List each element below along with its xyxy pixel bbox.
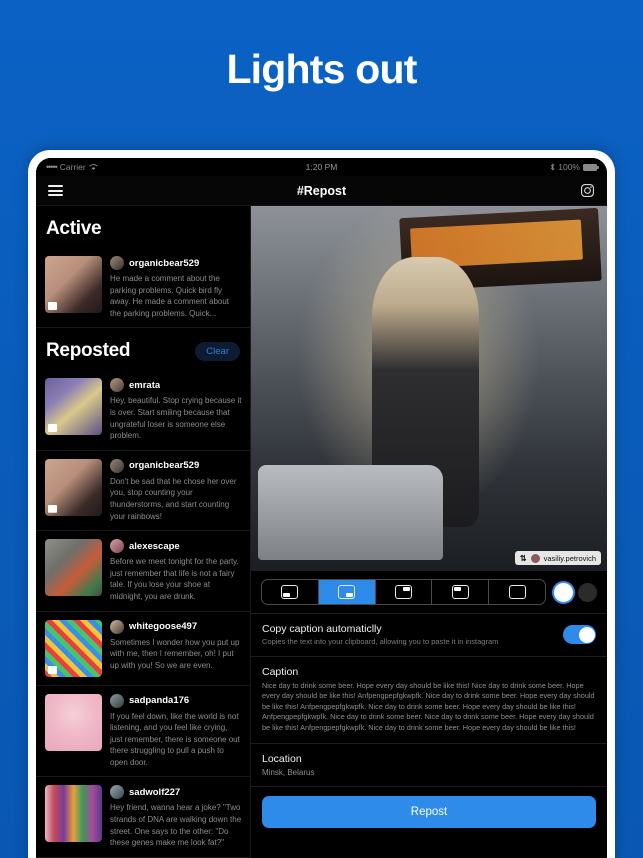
detail-panel: ⇅ vasiliy.petrovich Copy caption automat… <box>251 206 607 858</box>
location-label: Location <box>262 752 302 765</box>
list-item-text: Hey, beautiful. Stop crying because it i… <box>110 396 242 441</box>
hamburger-menu-icon[interactable] <box>48 183 63 199</box>
avatar <box>110 378 124 393</box>
post-thumbnail[interactable] <box>45 693 102 751</box>
copy-caption-toggle[interactable] <box>563 625 596 645</box>
watermark-position-top-right[interactable] <box>376 580 433 604</box>
watermark-avatar <box>530 553 540 563</box>
battery-percent: 100% <box>558 162 580 172</box>
list-item[interactable]: sadpanda176 If you feel down, like the w… <box>36 686 250 778</box>
avatar <box>110 693 124 708</box>
wifi-icon <box>89 163 98 170</box>
active-section-header: Active <box>36 206 250 248</box>
list-item-text: Don't be sad that he chose her over you,… <box>110 476 237 521</box>
watermark-position-bottom-right[interactable] <box>318 580 376 604</box>
media-type-icon <box>48 424 57 433</box>
list-item[interactable]: emrata Hey, beautiful. Stop crying becau… <box>36 370 250 451</box>
list-item-username: sadwolf227 <box>129 786 181 798</box>
list-item-username: emrata <box>129 379 161 391</box>
list-item[interactable]: sadwolf227 Hey friend, wanna hear a joke… <box>36 777 250 858</box>
caption-block[interactable]: Caption Nice day to drink some beer. Hop… <box>251 655 607 743</box>
media-type-icon <box>48 504 57 513</box>
list-item-username: alexescape <box>129 540 180 552</box>
copy-caption-subtitle: Copies the text into your clipboard, all… <box>262 637 499 646</box>
list-item-text: If you feel down, like the world is not … <box>110 711 240 767</box>
watermark-controls-row <box>251 571 607 613</box>
post-thumbnail[interactable] <box>45 458 102 516</box>
watermark-position-top-left[interactable] <box>432 580 490 604</box>
list-item-username: organicbear529 <box>129 460 200 472</box>
post-thumbnail[interactable] <box>45 256 102 313</box>
caption-text: Nice day to drink some beer. Hope every … <box>262 680 595 733</box>
post-thumbnail[interactable] <box>45 378 102 436</box>
list-item-username: organicbear529 <box>129 257 200 269</box>
list-item-text: He made a comment about the parking prob… <box>110 274 230 318</box>
active-title: Active <box>46 218 102 239</box>
app-content: Active organicbear529 He made a comment … <box>36 206 607 858</box>
status-time: 1:20 PM <box>305 162 338 172</box>
location-block[interactable]: Location Minsk, Belarus <box>251 742 607 786</box>
watermark-position-bottom-left-wide[interactable] <box>262 580 319 604</box>
battery-icon <box>583 163 599 171</box>
reposted-section-header: Reposted Clear <box>36 328 250 370</box>
media-type-icon <box>48 665 57 674</box>
list-item-text: Hey friend, wanna hear a joke? "Two stra… <box>110 803 242 848</box>
list-item-text: Before we meet tonight for the party, ju… <box>110 557 239 601</box>
watermark-badge: ⇅ vasiliy.petrovich <box>514 551 601 565</box>
avatar <box>110 785 124 800</box>
post-thumbnail[interactable] <box>45 619 102 677</box>
watermark-color-dark[interactable] <box>578 582 597 602</box>
app-navbar: #Repost <box>36 176 607 206</box>
device-frame: ••••• Carrier 1:20 PM 100% #Repost Activ… <box>28 150 615 858</box>
watermark-position-segmented[interactable] <box>261 579 546 605</box>
reposted-title: Reposted <box>46 340 131 362</box>
carrier-label: Carrier <box>59 162 86 172</box>
copy-caption-title: Copy caption automaticlly <box>262 623 382 635</box>
watermark-username: vasiliy.petrovich <box>543 553 596 563</box>
clear-button[interactable]: Clear <box>195 341 240 361</box>
repost-action-bar: Repost <box>251 785 607 839</box>
watermark-position-none[interactable] <box>489 580 545 604</box>
avatar <box>110 619 124 634</box>
list-item[interactable]: whitegoose497 Sometimes I wonder how you… <box>36 612 250 686</box>
list-item[interactable]: organicbear529 He made a comment about t… <box>36 248 250 329</box>
copy-caption-row[interactable]: Copy caption automaticlly Copies the tex… <box>251 613 607 656</box>
post-thumbnail[interactable] <box>45 539 102 597</box>
bluetooth-icon <box>550 163 555 171</box>
avatar <box>110 256 124 270</box>
location-value: Minsk, Belarus <box>262 767 315 777</box>
list-item-username: sadpanda176 <box>129 695 190 706</box>
list-item-username: whitegoose497 <box>129 621 198 632</box>
list-item[interactable]: alexescape Before we meet tonight for th… <box>36 531 250 612</box>
status-bar: ••••• Carrier 1:20 PM 100% <box>36 158 607 176</box>
instagram-icon[interactable] <box>580 183 595 198</box>
media-type-icon <box>48 302 57 310</box>
repost-button[interactable]: Repost <box>262 795 596 828</box>
post-photo-preview[interactable]: ⇅ vasiliy.petrovich <box>251 206 607 571</box>
list-item-text: Sometimes I wonder how you put up with m… <box>110 637 240 670</box>
avatar <box>110 539 124 554</box>
promo-headline: Lights out <box>226 46 417 92</box>
post-thumbnail[interactable] <box>45 785 102 843</box>
repost-arrows-icon: ⇅ <box>519 553 527 563</box>
photo-image <box>251 206 607 571</box>
page-title: #Repost <box>296 183 347 198</box>
avatar <box>110 458 124 473</box>
caption-label: Caption <box>262 665 299 678</box>
watermark-color-swatches[interactable] <box>554 582 597 602</box>
watermark-color-light[interactable] <box>554 582 573 602</box>
sidebar-feed[interactable]: Active organicbear529 He made a comment … <box>36 206 251 858</box>
device-screen: ••••• Carrier 1:20 PM 100% #Repost Activ… <box>36 158 607 858</box>
signal-dots-icon: ••••• <box>46 162 58 172</box>
list-item[interactable]: organicbear529 Don't be sad that he chos… <box>36 451 250 532</box>
